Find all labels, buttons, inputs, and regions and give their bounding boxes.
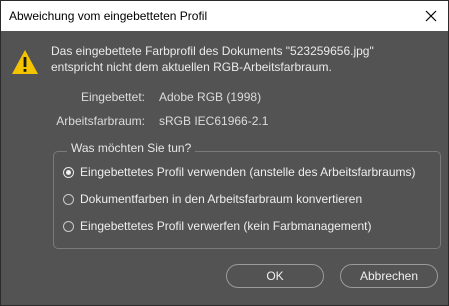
radio-convert[interactable] (63, 193, 74, 205)
profile-mismatch-dialog: Abweichung vom eingebetteten Profil Das … (0, 0, 449, 306)
message-line-1: Das eingebettete Farbprofil des Dokument… (51, 44, 374, 58)
option-use-embedded[interactable]: Eingebettetes Profil verwenden (anstelle… (63, 164, 416, 180)
option-convert[interactable]: Dokumentfarben in den Arbeitsfarbraum ko… (63, 191, 362, 207)
window-title: Abweichung vom eingebetteten Profil (9, 9, 208, 23)
message-text: Das eingebettete Farbprofil des Dokument… (51, 43, 374, 75)
cancel-button[interactable]: Abbrechen (340, 264, 438, 288)
option-convert-label: Dokumentfarben in den Arbeitsfarbraum ko… (80, 192, 363, 206)
working-space-value: sRGB IEC61966-2.1 (159, 114, 269, 128)
radio-use-embedded[interactable] (63, 166, 74, 178)
option-use-embedded-label: Eingebettetes Profil verwenden (anstelle… (80, 165, 416, 179)
ok-button[interactable]: OK (226, 264, 324, 288)
radio-discard[interactable] (63, 220, 74, 232)
title-bar: Abweichung vom eingebetteten Profil (1, 1, 448, 31)
option-discard-label: Eingebettetes Profil verwerfen (kein Far… (80, 219, 372, 233)
embedded-value: Adobe RGB (1998) (159, 90, 262, 104)
embedded-label: Eingebettet: (80, 90, 145, 104)
message-line-2: entspricht nicht dem aktuellen RGB-Arbei… (51, 60, 332, 74)
embedded-profile-row: Eingebettet: Adobe RGB (1998) (1, 90, 449, 106)
options-group-title: Was möchten Sie tun? (67, 141, 196, 155)
warning-icon (12, 50, 38, 74)
close-icon (425, 10, 437, 22)
working-space-label: Arbeitsfarbraum: (56, 114, 145, 128)
option-discard[interactable]: Eingebettetes Profil verwerfen (kein Far… (63, 218, 371, 234)
working-space-row: Arbeitsfarbraum: sRGB IEC61966-2.1 (1, 114, 449, 130)
close-button[interactable] (414, 1, 448, 31)
